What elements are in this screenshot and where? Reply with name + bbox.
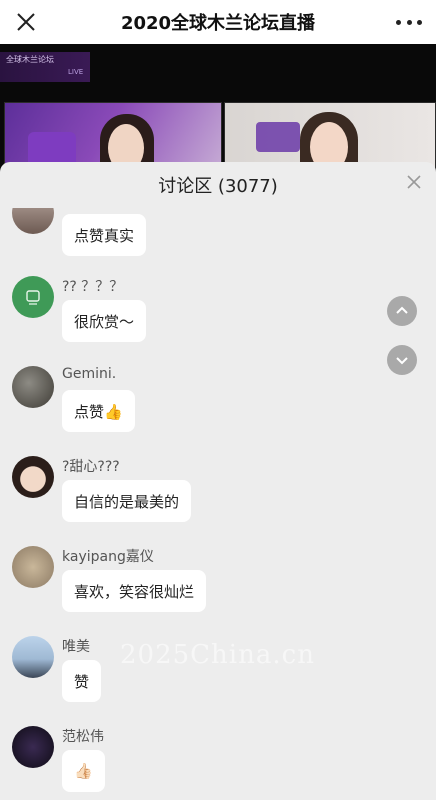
event-logo-text: 全球木兰论坛	[6, 55, 54, 64]
avatar[interactable]	[12, 276, 54, 318]
avatar[interactable]	[12, 636, 54, 678]
message-bubble: 很欣赏～	[62, 300, 147, 342]
message-list[interactable]: 点赞真实 ?? ？？？ 很欣赏～ Gemini. 点赞👍 ?甜心??? 自信的是…	[0, 208, 436, 800]
message-username: Gemini.	[62, 366, 117, 382]
close-icon[interactable]	[14, 10, 38, 34]
list-item: 点赞真实	[0, 208, 436, 256]
message-bubble: 点赞真实	[62, 214, 147, 256]
message-username: 唯美	[62, 639, 90, 655]
avatar[interactable]	[12, 366, 54, 408]
message-bubble: 赞	[62, 660, 102, 702]
message-bubble: 喜欢，笑容很灿烂	[62, 570, 207, 612]
avatar[interactable]	[12, 208, 54, 234]
chevron-down-icon	[396, 357, 408, 365]
page-title: 2020全球木兰论坛直播	[120, 13, 316, 34]
list-item: ?甜心??? 自信的是最美的	[0, 454, 436, 532]
list-item: ?? ？？？ 很欣赏～	[0, 274, 436, 352]
message-username: ?? ？？？	[62, 279, 124, 295]
message-bubble: 自信的是最美的	[62, 480, 192, 522]
message-bubble: 👍🏻	[62, 750, 105, 792]
discussion-panel: 讨论区 (3077) 点赞真实 ?? ？？？ 很欣赏～ Gemini. 点赞👍 …	[0, 162, 436, 800]
scroll-up-button[interactable]	[387, 296, 417, 326]
message-username: ?甜心???	[62, 459, 120, 475]
message-username: 范松伟	[62, 729, 104, 745]
avatar[interactable]	[12, 546, 54, 588]
badge-right	[256, 122, 300, 152]
list-item: kayipang嘉仪 喜欢，笑容很灿烂	[0, 544, 436, 622]
avatar[interactable]	[12, 456, 54, 498]
list-item: 范松伟 👍🏻	[0, 724, 436, 800]
app-header: 2020全球木兰论坛直播	[0, 0, 436, 44]
close-icon[interactable]	[406, 174, 422, 190]
more-icon[interactable]	[396, 10, 422, 34]
avatar[interactable]	[12, 726, 54, 768]
discussion-title: 讨论区 (3077)	[158, 176, 278, 197]
scroll-down-button[interactable]	[387, 345, 417, 375]
event-logo: 全球木兰论坛	[0, 52, 90, 82]
watermark: 2025China.cn	[120, 640, 315, 670]
list-item: Gemini. 点赞👍	[0, 364, 436, 442]
chevron-up-icon	[396, 306, 408, 314]
discussion-header: 讨论区 (3077)	[0, 162, 436, 208]
live-label: LIVE	[68, 68, 84, 76]
avatar-logo-icon	[26, 290, 40, 305]
message-bubble: 点赞👍	[62, 390, 135, 432]
message-username: kayipang嘉仪	[62, 549, 154, 565]
